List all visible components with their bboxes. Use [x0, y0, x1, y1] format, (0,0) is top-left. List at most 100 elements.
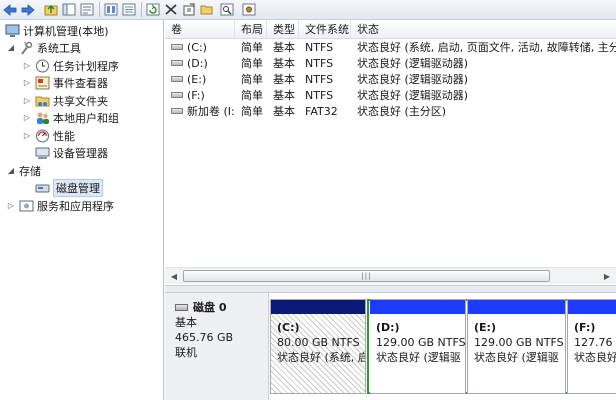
expand-triangle-icon[interactable]: ▷	[22, 78, 32, 88]
tree-item-performance[interactable]: ▷ 性能	[22, 127, 75, 144]
volume-layout: 简单	[241, 89, 263, 102]
tree-label: 磁盘管理	[53, 178, 103, 197]
users-icon	[34, 110, 50, 126]
search-icon[interactable]	[218, 1, 236, 18]
disk-info[interactable]: 磁盘 0 基本 465.76 GB 联机	[165, 293, 269, 400]
column-header-volume[interactable]: 卷	[165, 20, 235, 39]
tree-item-task-scheduler[interactable]: ▷ 任务计划程序	[22, 57, 119, 74]
shared-folder-icon	[34, 93, 50, 109]
volume-status: 状态良好 (逻辑驱动器)	[357, 73, 469, 86]
expand-triangle-icon[interactable]: ▷	[22, 96, 32, 106]
table-row[interactable]: (F:) 简单 基本 NTFS 状态良好 (逻辑驱动器)	[165, 88, 616, 104]
column-header-status[interactable]: 状态	[351, 20, 616, 39]
delete-icon[interactable]	[162, 1, 180, 18]
table-row[interactable]: 新加卷 (I:) 简单 基本 FAT32 状态良好 (主分区)	[165, 104, 616, 120]
scrollbar-thumb[interactable]: |||	[183, 270, 550, 282]
partition-status: 状态良好	[574, 351, 616, 364]
list-view-icon[interactable]	[120, 1, 138, 18]
console-tree: 计算机管理(本地) ◢ 系统工具 ▷ 任务计划程序 ▷ 事件查看器 ▷ 共享文件…	[0, 20, 164, 400]
partition-f[interactable]: (F:) 127.76 G 状态良好	[567, 299, 616, 394]
expand-triangle-icon[interactable]: ▷	[6, 201, 16, 211]
partition-e[interactable]: (E:) 129.00 GB NTFS 状态良好 (逻辑驱	[467, 299, 566, 394]
collapse-triangle-icon[interactable]: ◢	[6, 43, 16, 53]
partition-c[interactable]: (C:) 80.00 GB NTFS 状态良好 (系统, 启	[270, 299, 366, 394]
expand-triangle-icon[interactable]: ▷	[22, 113, 32, 123]
column-header-layout[interactable]: 布局	[235, 20, 267, 39]
partition-size: 127.76 G	[574, 336, 616, 349]
partition-label: (D:)	[376, 321, 400, 334]
disk-name: 磁盘 0	[193, 301, 227, 314]
table-row[interactable]: (E:) 简单 基本 NTFS 状态良好 (逻辑驱动器)	[165, 72, 616, 88]
tree-label: 存储	[19, 164, 41, 178]
disk-map: 磁盘 0 基本 465.76 GB 联机 (C:) 80.00 GB NTFS …	[165, 293, 616, 400]
column-header-type[interactable]: 类型	[267, 20, 299, 39]
volume-name: (C:)	[187, 41, 207, 54]
volume-filesystem: NTFS	[305, 89, 334, 102]
show-hide-tree-icon[interactable]	[60, 1, 78, 18]
volume-filesystem: NTFS	[305, 41, 334, 54]
forward-arrow-icon[interactable]	[19, 1, 37, 18]
partition-label: (F:)	[574, 321, 596, 334]
disk-type: 基本	[175, 316, 197, 329]
partition-status: 状态良好 (逻辑驱	[474, 351, 559, 364]
tree-label: 服务和应用程序	[37, 199, 114, 213]
partition-label: (C:)	[277, 321, 300, 334]
tree-item-shared-folders[interactable]: ▷ 共享文件夹	[22, 92, 108, 109]
tree-item-system-tools[interactable]: ◢ 系统工具	[6, 39, 81, 56]
volume-type: 基本	[273, 73, 295, 86]
volume-layout: 简单	[241, 41, 263, 54]
tree-item-services-apps[interactable]: ▷ 服务和应用程序	[6, 197, 114, 214]
volume-type: 基本	[273, 41, 295, 54]
tree-label: 事件查看器	[53, 76, 108, 90]
tree-label: 任务计划程序	[53, 59, 119, 73]
help-icon[interactable]	[78, 1, 96, 18]
expand-triangle-icon[interactable]: ▷	[22, 131, 32, 141]
tree-root-label: 计算机管理(本地)	[23, 24, 109, 38]
table-row[interactable]: (C:) 简单 基本 NTFS 状态良好 (系统, 启动, 页面文件, 活动, …	[165, 40, 616, 56]
volume-icon	[171, 44, 183, 50]
partition-status: 状态良好 (逻辑驱	[376, 351, 461, 364]
list-header: 卷 布局 类型 文件系统 状态	[165, 20, 616, 39]
volume-status: 状态良好 (逻辑驱动器)	[357, 57, 469, 70]
open-folder-icon[interactable]	[198, 1, 216, 18]
tree-root[interactable]: 计算机管理(本地)	[2, 22, 109, 39]
scroll-left-arrow-icon[interactable]: ◀	[166, 268, 182, 284]
partition-d[interactable]: (D:) 129.00 GB NTFS 状态良好 (逻辑驱	[370, 299, 466, 394]
back-arrow-icon[interactable]	[1, 1, 19, 18]
refresh-icon[interactable]	[144, 1, 162, 18]
volume-icon	[171, 108, 183, 114]
scroll-right-arrow-icon[interactable]: ▶	[599, 268, 615, 284]
performance-icon	[34, 128, 50, 144]
tree-label: 性能	[53, 129, 75, 143]
volume-icon	[171, 92, 183, 98]
volume-status: 状态良好 (逻辑驱动器)	[357, 89, 469, 102]
partition-size: 80.00 GB NTFS	[277, 336, 360, 349]
disk-size: 465.76 GB	[175, 331, 234, 344]
tree-label: 系统工具	[37, 41, 81, 55]
tree-item-local-users[interactable]: ▷ 本地用户和组	[22, 109, 119, 126]
tree-item-event-viewer[interactable]: ▷ 事件查看器	[22, 74, 108, 91]
column-header-filesystem[interactable]: 文件系统	[299, 20, 351, 39]
horizontal-scrollbar[interactable]: ◀ ||| ▶	[165, 267, 616, 284]
volume-filesystem: NTFS	[305, 73, 334, 86]
tree-item-disk-management[interactable]: 磁盘管理	[32, 178, 103, 197]
toolbar-separator	[99, 2, 100, 17]
volume-status: 状态良好 (系统, 启动, 页面文件, 活动, 故障转储, 主分区)	[357, 41, 616, 54]
volume-name: (F:)	[187, 89, 205, 102]
collapse-triangle-icon[interactable]: ◢	[6, 166, 16, 176]
up-folder-icon[interactable]	[42, 1, 60, 18]
properties-icon[interactable]	[102, 1, 120, 18]
partition-size: 129.00 GB NTFS	[376, 336, 466, 349]
export-icon[interactable]	[180, 1, 198, 18]
scrollbar-grip: |||	[361, 272, 372, 280]
tree-item-storage[interactable]: ◢ 存储	[6, 162, 41, 179]
expand-triangle-icon[interactable]: ▷	[22, 61, 32, 71]
volume-name: (E:)	[187, 73, 207, 86]
tree-item-device-manager[interactable]: 设备管理器	[32, 144, 108, 161]
table-row[interactable]: (D:) 简单 基本 NTFS 状态良好 (逻辑驱动器)	[165, 56, 616, 72]
pane-splitter[interactable]	[165, 285, 616, 293]
settings-icon[interactable]	[240, 1, 258, 18]
volume-filesystem: FAT32	[305, 105, 338, 118]
tools-icon	[18, 40, 34, 56]
tree-label: 共享文件夹	[53, 94, 108, 108]
